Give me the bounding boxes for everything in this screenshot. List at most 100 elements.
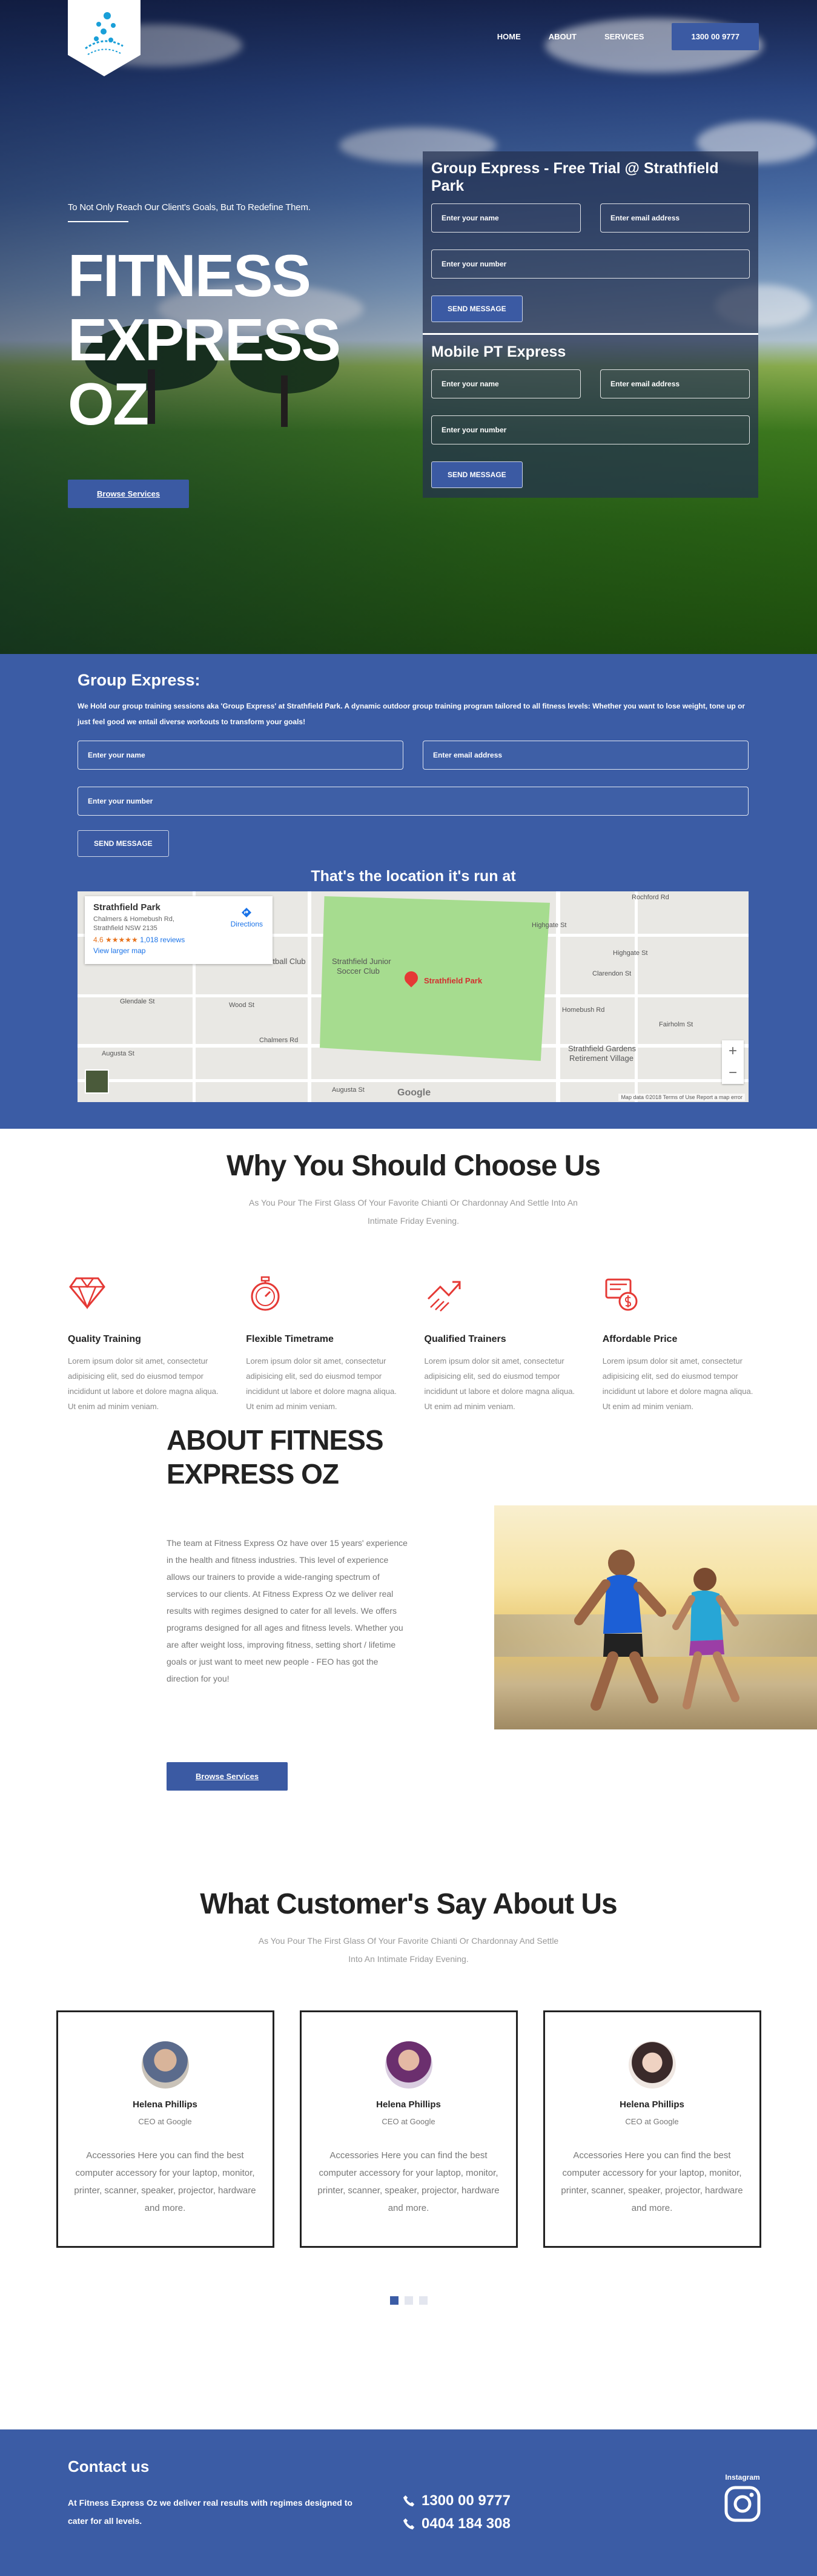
free-trial-title: Group Express - Free Trial @ Strathfield… [431,160,719,194]
map-zoom-control: + − [722,1040,744,1084]
map-label-park: Strathfield Park [424,976,483,985]
map-rating: 4.6 ★★★★★ 1,018 reviews [93,936,264,944]
why-subtitle: As You Pour The First Glass Of Your Favo… [249,1198,578,1226]
map-reviews-link[interactable]: 1,018 reviews [140,936,185,944]
group-submit-button[interactable]: SEND MESSAGE [78,830,169,857]
main-nav: HOME ABOUT SERVICES 1300 00 9777 [497,23,759,50]
map-label: Retirement Village [569,1054,633,1063]
map-street: Rochford Rd [632,894,669,901]
free-trial-name-input[interactable]: Enter your name [431,203,581,233]
map-road [308,891,311,1102]
instagram-link[interactable]: Instagram [721,2473,764,2526]
why-title: Why You Should Choose Us [227,1150,601,1182]
testimonial-card: Helena Phillips CEO at Google Accessorie… [56,2010,274,2248]
footer-phones: 1300 00 9777 0404 184 308 [402,2492,511,2538]
map-street: Homebush Rd [562,1006,605,1014]
carousel-dot[interactable] [404,2296,413,2305]
about-body: The team at Fitness Express Oz have over… [167,1538,408,1683]
testimonials-subtitle: As You Pour The First Glass Of Your Favo… [258,1936,559,1964]
instagram-label: Instagram [725,2473,760,2482]
mobile-pt-submit-button[interactable]: SEND MESSAGE [431,461,523,488]
mobile-pt-name-input[interactable]: Enter your name [431,369,581,398]
carousel-dot[interactable] [418,2296,428,2305]
nav-phone-button[interactable]: 1300 00 9777 [672,23,759,50]
map-label: Strathfield Junior [332,957,391,966]
map-street: Highgate St [532,922,567,929]
testimonial-role: CEO at Google [138,2117,192,2126]
testimonials-section: What Customer's Say About Us As You Pour… [0,1815,817,2429]
free-trial-number-input[interactable]: Enter your number [431,249,750,279]
footer-phone-1[interactable]: 1300 00 9777 [402,2492,511,2509]
logo-figure-icon [85,12,124,55]
map-street: Glendale St [120,998,155,1005]
footer-phone-2[interactable]: 0404 184 308 [402,2515,511,2532]
group-express-section: Group Express: We Hold our group trainin… [0,654,817,1129]
diamond-icon [69,1277,105,1310]
about-section: ABOUT FITNESS EXPRESS OZ The team at Fit… [0,1413,817,1815]
nav-services[interactable]: SERVICES [604,32,644,41]
testimonial-card: Helena Phillips CEO at Google Accessorie… [543,2010,761,2248]
embedded-map[interactable]: Football Club Strathfield Junior Soccer … [78,891,749,1102]
group-email-input[interactable]: Enter email address [423,741,749,770]
hero-divider [68,221,128,222]
testimonial-name: Helena Phillips [133,2099,197,2110]
feature-title: Affordable Price [602,1334,678,1344]
map-larger-link[interactable]: View larger map [93,946,264,955]
zoom-in-button[interactable]: + [729,1043,737,1060]
feature-title: Qualified Trainers [424,1334,506,1344]
footer: Contact us At Fitness Express Oz we deli… [0,2429,817,2576]
testimonial-card: Helena Phillips CEO at Google Accessorie… [299,2010,518,2248]
testimonial-role: CEO at Google [382,2117,435,2126]
mobile-pt-number-input[interactable]: Enter your number [431,415,750,444]
google-logo: Google [397,1088,431,1098]
map-attribution: Map data ©2018 Terms of Use Report a map… [618,1094,745,1101]
hero-section: HOME ABOUT SERVICES 1300 00 9777 To Not … [0,0,817,654]
map-rating-stars: 4.6 ★★★★★ [93,936,138,944]
carousel-dots [0,2296,817,2305]
avatar [141,2041,189,2089]
map-directions-button[interactable]: Directions [231,907,263,928]
nav-home[interactable]: HOME [497,32,521,41]
group-express-description: We Hold our group training sessions aka … [78,702,746,726]
testimonial-quote: Accessories Here you can find the best c… [561,2150,743,2213]
price-tag-icon [605,1278,638,1311]
about-browse-services-button[interactable]: Browse Services [167,1762,288,1791]
directions-icon [242,908,252,917]
map-label: Soccer Club [337,966,380,976]
runners-photo [494,1505,817,1729]
runners-illustration [574,1550,739,1711]
testimonials-title: What Customer's Say About Us [200,1888,617,1920]
free-trial-submit-button[interactable]: SEND MESSAGE [431,296,523,322]
free-trial-email-input[interactable]: Enter email address [600,203,750,233]
phone-icon [403,2518,415,2530]
carousel-dot-active[interactable] [389,2296,399,2305]
browse-services-button[interactable]: Browse Services [68,480,190,509]
map-directions-label: Directions [230,920,263,928]
hero-tagline: To Not Only Reach Our Client's Goals, Bu… [68,202,311,213]
testimonial-quote: Accessories Here you can find the best c… [317,2150,500,2213]
map-satellite-toggle[interactable] [85,1069,109,1094]
map-street: Wood St [229,1002,254,1009]
hero-content: To Not Only Reach Our Client's Goals, Bu… [68,202,395,509]
hero-forms-panel: Group Express - Free Trial @ Strathfield… [423,151,758,498]
map-road [635,891,638,1102]
zoom-out-button[interactable]: − [729,1065,737,1082]
map-street: Fairholm St [659,1021,693,1028]
features-list: Quality Training Lorem ipsum dolor sit a… [68,1275,759,1414]
nav-about[interactable]: ABOUT [549,32,577,41]
about-title: ABOUT FITNESS EXPRESS OZ [167,1423,384,1491]
group-number-input[interactable]: Enter your number [78,787,749,816]
free-trial-form: Group Express - Free Trial @ Strathfield… [423,151,758,322]
feature-item: Qualified Trainers Lorem ipsum dolor sit… [425,1275,581,1414]
mobile-pt-email-input[interactable]: Enter email address [600,369,750,398]
footer-phone-2-text: 0404 184 308 [422,2515,511,2532]
feature-text: Lorem ipsum dolor sit amet, consectetur … [602,1356,753,1411]
group-name-input[interactable]: Enter your name [78,741,403,770]
mobile-pt-title: Mobile PT Express [431,343,566,360]
footer-heading: Contact us [68,2457,150,2475]
avatar [628,2041,676,2089]
map-title: That's the location it's run at [311,868,516,885]
feature-item: Affordable Price Lorem ipsum dolor sit a… [603,1275,759,1414]
testimonial-name: Helena Phillips [620,2099,684,2110]
feature-title: Quality Training [68,1334,141,1344]
